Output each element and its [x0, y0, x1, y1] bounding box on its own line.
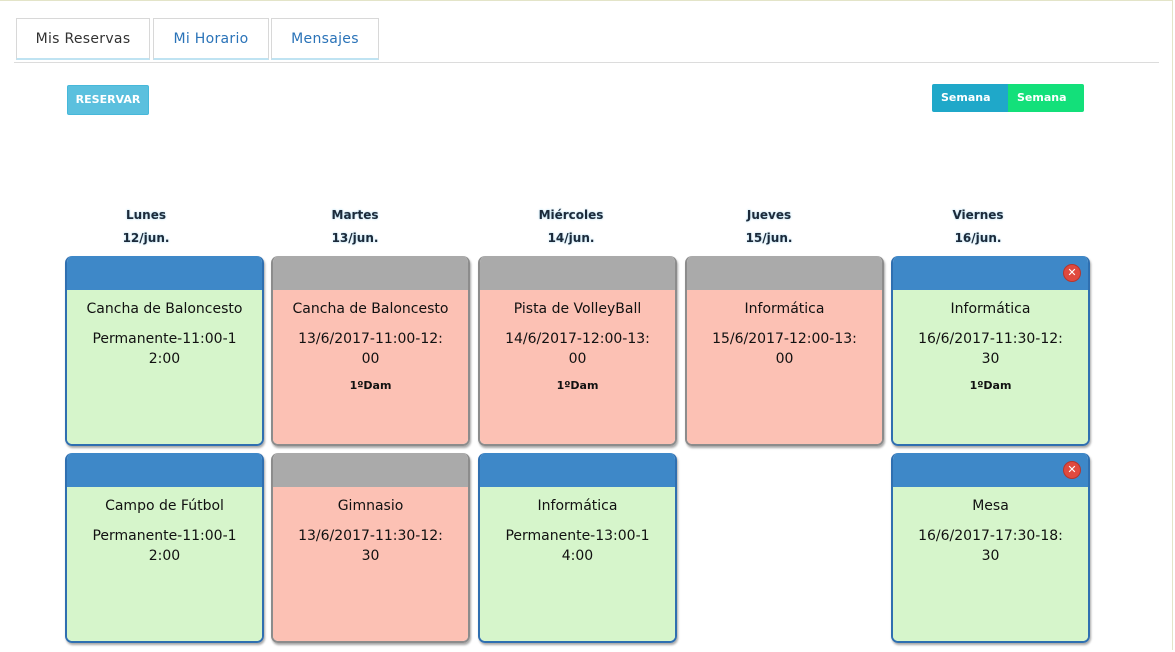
reservation-card[interactable]: Gimnasio 13/6/2017-11:30-12:30 — [271, 453, 470, 643]
reservation-card[interactable]: Informática 15/6/2017-12:00-13:00 — [685, 256, 884, 446]
card-header — [480, 256, 675, 290]
card-header — [273, 453, 468, 487]
tab-bar: Mis Reservas Mi Horario Mensajes — [14, 18, 1159, 63]
reservation-time: 15/6/2017-12:00-13:00 — [712, 331, 857, 367]
day-date: 13/jun. — [331, 231, 379, 245]
reservation-time: Permanente-11:00-12:00 — [92, 331, 237, 367]
day-name: Martes — [331, 208, 379, 222]
card-body: Informática Permanente-13:00-14:00 — [480, 487, 675, 641]
week-2-button[interactable]: Semana 2 — [1008, 84, 1084, 132]
day-header-thursday: Jueves 15/jun. — [670, 208, 868, 245]
card-header — [480, 453, 675, 487]
reservation-card[interactable]: Cancha de Baloncesto Permanente-11:00-12… — [65, 256, 264, 446]
reservation-time: 13/6/2017-11:00-12:00 — [298, 331, 443, 367]
reservation-place: Cancha de Baloncesto — [86, 301, 243, 317]
reservation-card[interactable]: Cancha de Baloncesto 13/6/2017-11:00-12:… — [271, 256, 470, 446]
reservation-time: 14/6/2017-12:00-13:00 — [505, 331, 650, 367]
card-header — [687, 256, 882, 290]
day-name: Miércoles — [538, 208, 604, 222]
card-header — [893, 256, 1088, 290]
reservation-time: Permanente-13:00-14:00 — [505, 528, 650, 564]
reservation-place: Pista de VolleyBall — [513, 301, 642, 317]
reservation-time: 13/6/2017-11:30-12:30 — [298, 528, 443, 564]
card-header — [893, 453, 1088, 487]
card-body: Informática 16/6/2017-11:30-12:30 1ºDam — [893, 290, 1088, 444]
card-body: Mesa 16/6/2017-17:30-18:30 — [893, 487, 1088, 641]
reservation-place: Informática — [950, 301, 1031, 317]
card-header — [273, 256, 468, 290]
tab-mensajes[interactable]: Mensajes — [271, 18, 379, 60]
tab-mis-reservas[interactable]: Mis Reservas — [16, 18, 150, 60]
card-body: Campo de Fútbol Permanente-11:00-12:00 — [67, 487, 262, 641]
reservar-button[interactable]: RESERVAR — [67, 85, 149, 115]
day-date: 12/jun. — [122, 231, 170, 245]
close-circle-icon[interactable]: ✕ — [1063, 461, 1081, 479]
week-1-button[interactable]: Semana 1 — [932, 84, 1008, 132]
reservation-place: Gimnasio — [337, 498, 404, 514]
week-selector: Semana 1 Semana 2 — [932, 84, 1084, 132]
reservation-card[interactable]: Informática Permanente-13:00-14:00 — [478, 453, 677, 643]
card-body: Pista de VolleyBall 14/6/2017-12:00-13:0… — [480, 290, 675, 444]
card-header — [67, 453, 262, 487]
reservation-place: Informática — [537, 498, 618, 514]
reservation-time: Permanente-11:00-12:00 — [92, 528, 237, 564]
day-name: Viernes — [952, 208, 1004, 222]
reservation-time: 16/6/2017-11:30-12:30 — [918, 331, 1063, 367]
card-body: Cancha de Baloncesto 13/6/2017-11:00-12:… — [273, 290, 468, 444]
tab-mi-horario[interactable]: Mi Horario — [153, 18, 269, 60]
day-header-monday: Lunes 12/jun. — [47, 208, 245, 245]
reservation-card[interactable]: Campo de Fútbol Permanente-11:00-12:00 — [65, 453, 264, 643]
card-header — [67, 256, 262, 290]
reservation-card[interactable]: Pista de VolleyBall 14/6/2017-12:00-13:0… — [478, 256, 677, 446]
reservation-time: 16/6/2017-17:30-18:30 — [918, 528, 1063, 564]
day-name: Jueves — [746, 208, 792, 222]
reservation-place: Cancha de Baloncesto — [292, 301, 449, 317]
card-body: Cancha de Baloncesto Permanente-11:00-12… — [67, 290, 262, 444]
day-header-wednesday: Miércoles 14/jun. — [472, 208, 670, 245]
day-date: 16/jun. — [954, 231, 1002, 245]
day-date: 15/jun. — [745, 231, 793, 245]
reservation-group: 1ºDam — [349, 379, 392, 392]
day-header-tuesday: Martes 13/jun. — [256, 208, 454, 245]
reservation-group: 1ºDam — [556, 379, 599, 392]
reservation-group: 1ºDam — [969, 379, 1012, 392]
day-name: Lunes — [125, 208, 166, 222]
card-body: Informática 15/6/2017-12:00-13:00 — [687, 290, 882, 444]
reservation-card[interactable]: ✕ Informática 16/6/2017-11:30-12:30 1ºDa… — [891, 256, 1090, 446]
reservation-place: Informática — [744, 301, 825, 317]
reservation-place: Mesa — [972, 498, 1009, 514]
close-circle-icon[interactable]: ✕ — [1063, 264, 1081, 282]
day-header-friday: Viernes 16/jun. — [879, 208, 1077, 245]
reservation-card[interactable]: ✕ Mesa 16/6/2017-17:30-18:30 — [891, 453, 1090, 643]
card-body: Gimnasio 13/6/2017-11:30-12:30 — [273, 487, 468, 641]
reservation-place: Campo de Fútbol — [105, 498, 224, 514]
day-date: 14/jun. — [547, 231, 595, 245]
